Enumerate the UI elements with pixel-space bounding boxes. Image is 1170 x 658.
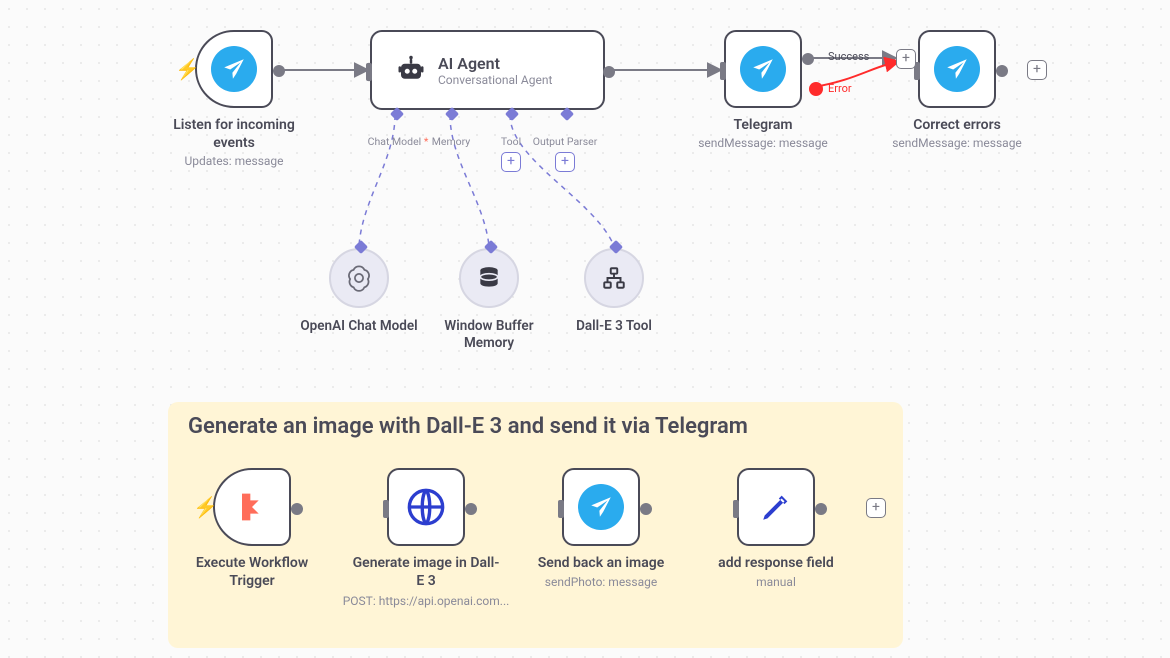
node-subtitle: manual [691,575,861,591]
telegram-icon [211,46,257,92]
node-correct-errors[interactable]: + Correct errors sendMessage: message [918,30,996,108]
node-title: Execute Workflow Trigger [177,555,327,590]
subnode-window-buffer-memory[interactable]: Window Buffer Memory [459,248,519,308]
ai-port-chat[interactable] [390,107,404,121]
node-title: Telegram [688,117,838,135]
out-port[interactable] [996,65,1008,77]
agent-subtitle: Conversational Agent [438,73,552,87]
node-listen-incoming-events[interactable]: ⚡ Listen for incoming events Updates: me… [195,30,273,108]
node-subtitle: sendMessage: message [872,136,1042,152]
node-title: Correct errors [882,117,1032,135]
telegram-icon [578,484,624,530]
in-port[interactable] [366,63,372,81]
trigger-icon: ⚡ [175,57,200,81]
add-node-button[interactable]: + [1027,60,1047,80]
status-label-success: Success [828,50,869,63]
pencil-icon [759,490,793,524]
node-send-back-image[interactable]: Send back an image sendPhoto: message [562,468,640,546]
node-title: Listen for incoming events [159,117,309,152]
in-port[interactable] [733,500,739,518]
ai-port-label-parser: Output Parser [530,135,600,148]
add-node-button[interactable]: + [866,498,886,518]
trigger-icon: ⚡ [193,495,218,519]
in-port[interactable] [558,500,564,518]
ai-port-memory[interactable] [445,107,459,121]
subnode-title: Dall-E 3 Tool [554,318,674,335]
error-port[interactable] [809,82,823,96]
node-subtitle: POST: https://api.openai.com... [341,594,511,610]
node-subtitle: sendPhoto: message [516,575,686,591]
telegram-icon [934,46,980,92]
out-port[interactable] [815,503,827,515]
out-port[interactable] [291,503,303,515]
out-port[interactable] [640,503,652,515]
network-icon [601,265,627,291]
out-port[interactable] [603,66,615,78]
node-execute-workflow-trigger[interactable]: ⚡ Execute Workflow Trigger [213,468,291,546]
subnode-dalle3-tool[interactable]: Dall-E 3 Tool [584,248,644,308]
in-port[interactable] [720,62,726,80]
node-subtitle: Updates: message [149,154,319,170]
node-title: add response field [701,555,851,573]
node-generate-image-dalle3[interactable]: Generate image in Dall-E 3 POST: https:/… [387,468,465,546]
out-port[interactable] [465,503,477,515]
node-telegram-send-message[interactable]: Telegram sendMessage: message [724,30,802,108]
sub-port[interactable] [484,240,498,254]
merge-in-button[interactable]: + [896,49,916,69]
robot-icon [396,55,426,85]
group-title: Generate an image with Dall-E 3 and send… [188,414,748,439]
telegram-icon [740,46,786,92]
export-icon [232,487,272,527]
add-parser-button[interactable]: + [555,152,575,172]
node-ai-agent[interactable]: AI Agent Conversational Agent [370,30,605,110]
agent-title: AI Agent [438,54,552,73]
node-title: Generate image in Dall-E 3 [351,555,501,590]
node-subtitle: sendMessage: message [678,136,848,152]
out-port[interactable] [273,65,285,77]
status-label-error: Error [828,82,852,95]
node-add-response-field[interactable]: add response field manual [737,468,815,546]
subnode-title: Window Buffer Memory [429,318,549,352]
ai-port-tool[interactable] [505,107,519,121]
database-icon [476,265,502,291]
success-port[interactable] [802,53,814,65]
globe-icon [406,487,446,527]
ai-port-parser[interactable] [560,107,574,121]
openai-icon [345,264,373,292]
add-tool-button[interactable]: + [501,152,521,172]
node-title: Send back an image [526,555,676,573]
in-port[interactable] [383,500,389,518]
subnode-title: OpenAI Chat Model [299,318,419,335]
subnode-openai-chat-model[interactable]: OpenAI Chat Model [329,248,389,308]
sub-port[interactable] [609,240,623,254]
sub-port[interactable] [354,240,368,254]
